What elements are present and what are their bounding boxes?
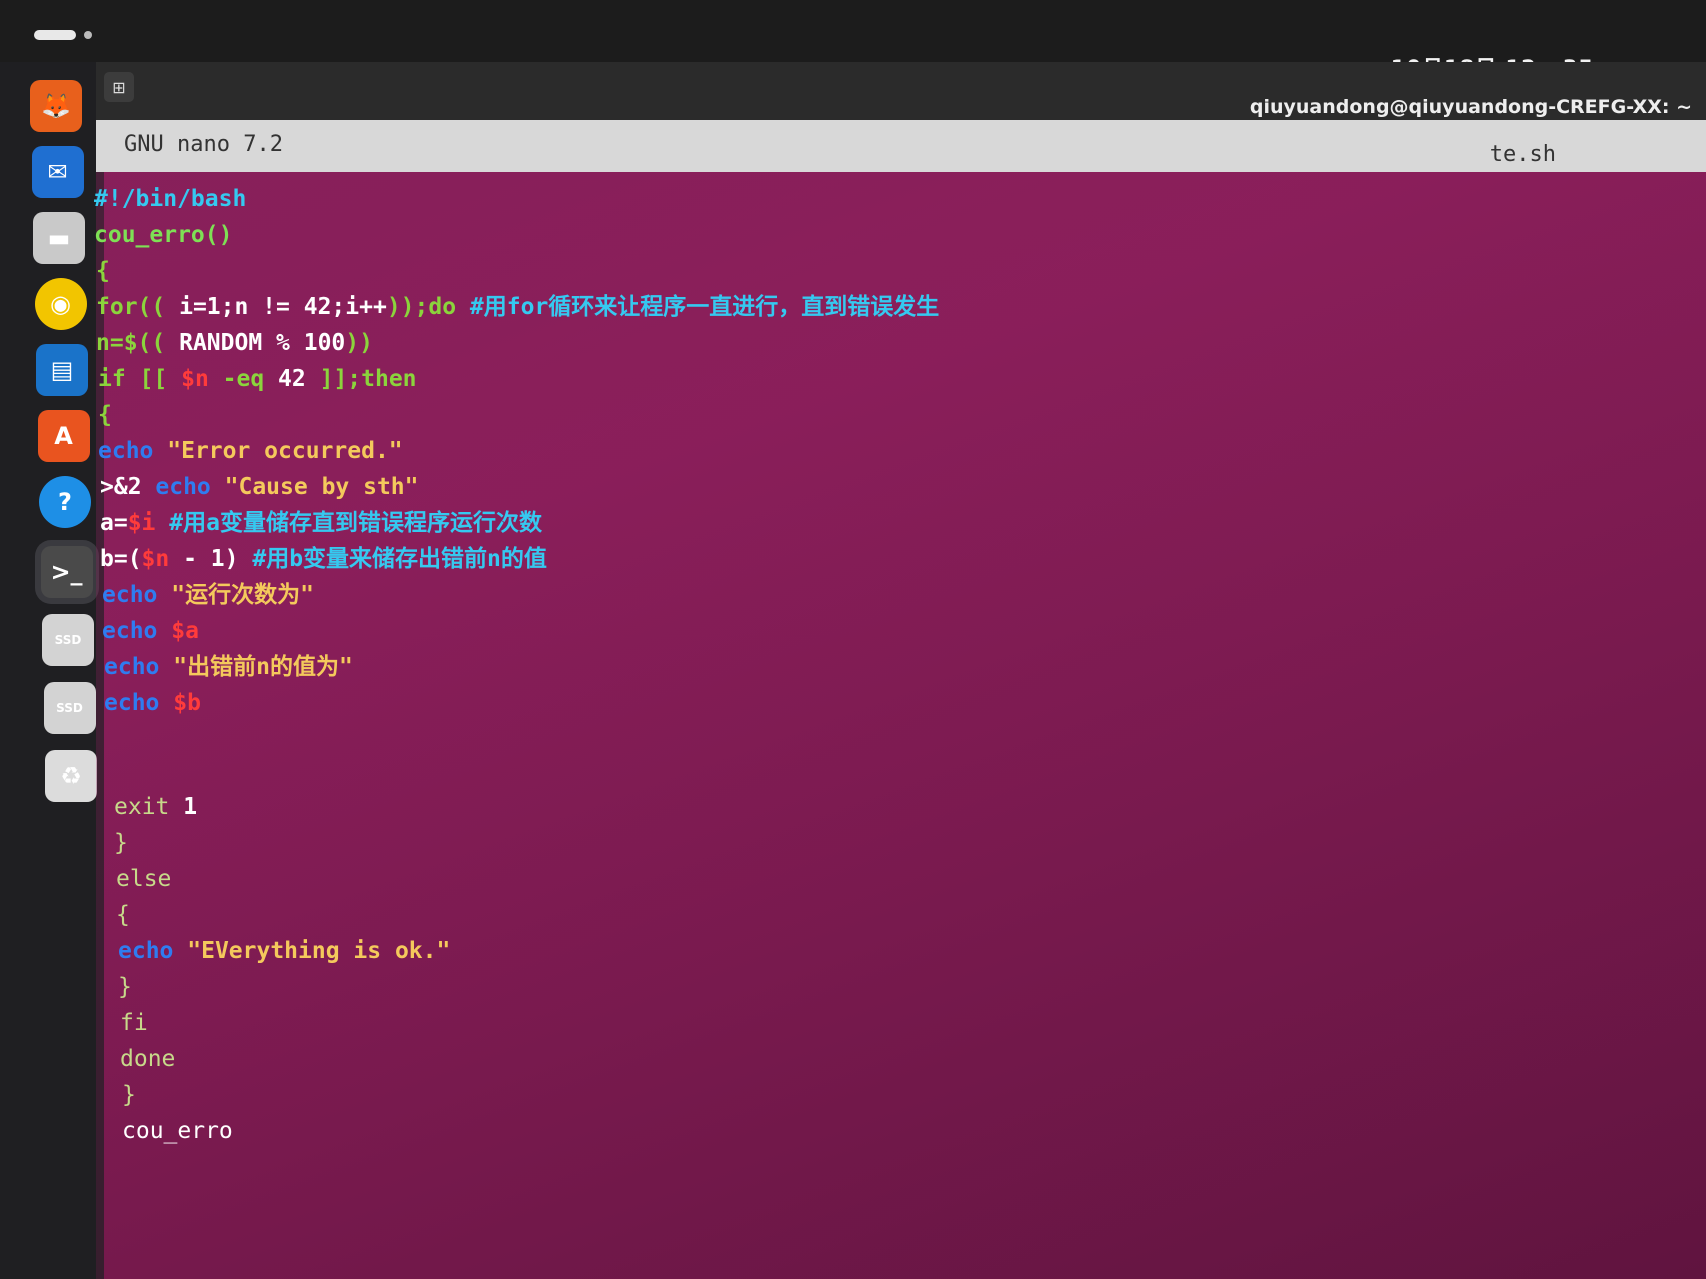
number: 1 — [183, 794, 198, 820]
for-keyword: for(( — [96, 294, 180, 320]
string: "EVerything is ok." — [187, 938, 451, 964]
echo-keyword: echo — [102, 618, 172, 644]
variable: $n — [141, 546, 170, 572]
code-line: echo "出错前n的值为" — [104, 652, 353, 682]
rhythmbox-icon[interactable]: ◉ — [34, 278, 87, 330]
redirect: >&2 — [100, 474, 156, 500]
code-line: cou_erro() — [94, 220, 232, 250]
writer-icon[interactable]: ▤ — [36, 344, 88, 396]
exit-keyword: exit — [114, 794, 184, 820]
echo-keyword: echo — [102, 582, 172, 608]
echo-keyword: echo — [104, 654, 174, 680]
code-line: echo $b — [104, 688, 201, 718]
terminal-window[interactable]: ⊞ qiuyuandong@qiuyuandong-CREFG-XX: ~ GN… — [94, 62, 1706, 1279]
terminal-title: qiuyuandong@qiuyuandong-CREFG-XX: ~ — [1249, 96, 1692, 118]
thunderbird-icon[interactable]: ✉ — [31, 146, 84, 198]
code-line: } — [114, 828, 128, 858]
code-line: a=$i #用a变量储存直到错误程序运行次数 — [100, 508, 542, 538]
firefox-icon[interactable]: 🦊 — [30, 80, 82, 132]
code-line: echo "Error occurred." — [98, 436, 403, 466]
else-keyword: else — [116, 866, 172, 892]
shebang: #!/bin/bash — [94, 186, 247, 212]
desktop: 10月18日 12 : 35 🦊 ✉ ▬ ◉ ▤ A? >_ SSD SSD ♻ ⊞ qiuyua… — [0, 0, 1706, 1279]
string: "出错前n的值为" — [173, 654, 353, 680]
new-tab-icon: ⊞ — [112, 77, 126, 97]
nano-version: GNU nano 7.2 — [124, 132, 283, 157]
ssd-drive-icon[interactable]: SSD — [42, 614, 94, 666]
assignment: b=( — [100, 546, 142, 572]
random-expression: RANDOM % 100 — [179, 330, 346, 356]
code-line: if [[ $n -eq 42 ]];then — [98, 364, 417, 394]
brace: } — [114, 830, 128, 856]
code-line: { — [116, 900, 130, 930]
editor-area[interactable]: #!/bin/bash cou_erro() { for(( i=1;n != … — [94, 172, 1706, 1279]
code-line: fi — [120, 1008, 148, 1038]
for-expression: i=1;n != 42;i++ — [179, 294, 387, 320]
dock: 🦊 ✉ ▬ ◉ ▤ A? >_ SSD SSD ♻ — [0, 62, 104, 1279]
comment: #用a变量储存直到错误程序运行次数 — [155, 510, 542, 536]
code-line: { — [96, 256, 110, 286]
code-line: >&2 echo "Cause by sth" — [100, 472, 419, 502]
brace: { — [116, 902, 130, 928]
code-line: { — [98, 400, 112, 430]
code-line: done — [120, 1044, 175, 1074]
string: "Cause by sth" — [224, 474, 419, 500]
trash-icon[interactable]: ♻ — [45, 750, 97, 802]
done-keyword: done — [120, 1046, 176, 1072]
help-icon[interactable]: ? — [39, 476, 91, 528]
new-tab-button[interactable]: ⊞ — [104, 72, 134, 102]
number: 42 — [278, 366, 306, 392]
ssd-drive-icon-2[interactable]: SSD — [43, 682, 96, 734]
echo-keyword: echo — [98, 438, 168, 464]
files-icon[interactable]: ▬ — [33, 212, 85, 264]
code-line: #!/bin/bash — [94, 184, 246, 214]
code-line: else — [116, 864, 171, 894]
then-keyword: ]];then — [305, 366, 417, 392]
brace: { — [98, 402, 112, 428]
function-call: cou_erro — [122, 1118, 233, 1144]
variable: $n — [181, 366, 209, 392]
comment: #用b变量来储存出错前n的值 — [252, 546, 547, 572]
activities-button[interactable] — [34, 30, 76, 40]
echo-keyword: echo — [104, 690, 174, 716]
code-line: exit 1 — [114, 792, 197, 822]
function-definition: cou_erro() — [94, 222, 233, 248]
code-line: } — [118, 972, 132, 1002]
terminal-icon[interactable]: >_ — [40, 546, 93, 598]
comment: #用for循环来让程序一直进行，直到错误发生 — [469, 294, 940, 320]
paren: )) — [345, 330, 373, 356]
code-line: b=($n - 1) #用b变量来储存出错前n的值 — [100, 544, 547, 574]
fi-keyword: fi — [120, 1010, 148, 1036]
variable: $b — [173, 690, 201, 716]
code-line: echo "运行次数为" — [102, 580, 314, 610]
code-line: echo "EVerything is ok." — [118, 936, 450, 966]
do-keyword: ));do — [386, 294, 470, 320]
code-line: } — [122, 1080, 136, 1110]
app-center-icon[interactable]: A — [37, 410, 90, 462]
terminal-header-bar[interactable]: ⊞ qiuyuandong@qiuyuandong-CREFG-XX: ~ — [96, 62, 1706, 120]
variable: $i — [127, 510, 156, 536]
echo-keyword: echo — [118, 938, 188, 964]
code-line: cou_erro — [122, 1116, 233, 1146]
nano-filename: te.sh — [1489, 142, 1556, 167]
operator: -eq — [208, 366, 279, 392]
assignment: n=$(( — [96, 330, 180, 356]
string: "Error occurred." — [167, 438, 403, 464]
if-keyword: if [[ — [98, 366, 182, 392]
string: "运行次数为" — [171, 582, 314, 608]
code-line: n=$(( RANDOM % 100)) — [96, 328, 373, 358]
brace: { — [96, 258, 110, 284]
code-line: for(( i=1;n != 42;i++));do #用for循环来让程序一直… — [96, 292, 939, 322]
code-line: echo $a — [102, 616, 199, 646]
brace: } — [122, 1082, 136, 1108]
brace: } — [118, 974, 132, 1000]
workspace-indicator — [84, 31, 92, 39]
variable: $a — [171, 618, 199, 644]
nano-title-bar: GNU nano 7.2 te.sh — [96, 120, 1706, 172]
expression: - 1) — [169, 546, 253, 572]
echo-keyword: echo — [155, 474, 225, 500]
assignment: a= — [100, 510, 128, 536]
top-bar: 10月18日 12 : 35 — [0, 0, 1706, 80]
